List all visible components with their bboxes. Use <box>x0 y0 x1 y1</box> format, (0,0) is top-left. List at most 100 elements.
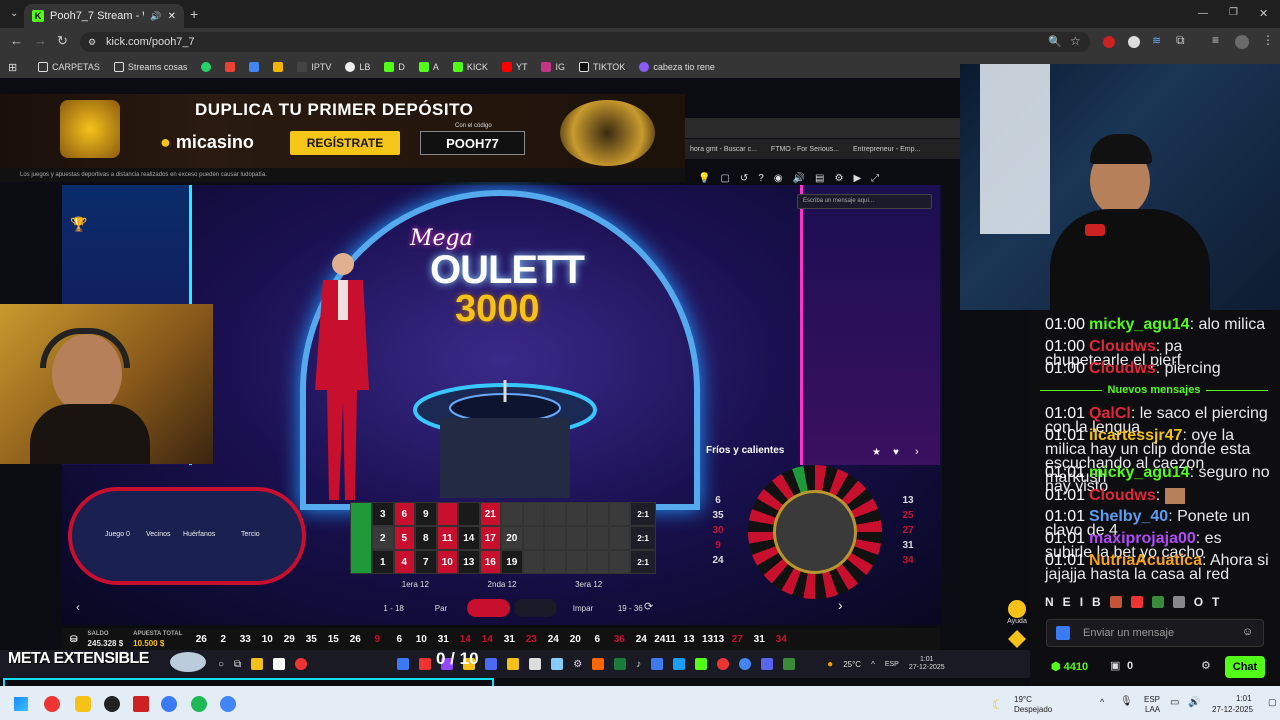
inner-bookmark-3[interactable]: Entrepreneur - Emp... <box>853 146 920 153</box>
app-icon[interactable] <box>529 658 542 670</box>
emote-o[interactable]: O <box>1194 595 1203 609</box>
table-number-cell[interactable] <box>522 502 544 526</box>
table-number-cell[interactable]: 11 <box>436 526 458 550</box>
minimize-icon[interactable]: — <box>1198 8 1208 19</box>
chat-bubble-icon[interactable]: ▢ <box>720 173 729 184</box>
chat-username[interactable]: micky_agu14 <box>1089 316 1190 333</box>
dozen-2[interactable]: 2nda 12 <box>459 580 546 589</box>
tray-chevron-icon[interactable]: ^ <box>871 660 875 669</box>
notification-icon[interactable]: ▢ <box>1268 697 1277 708</box>
table-number-cell[interactable] <box>544 502 566 526</box>
gmail-icon[interactable] <box>225 62 236 72</box>
app-icon[interactable] <box>419 658 432 670</box>
tiktok-icon[interactable]: ♪ <box>636 659 641 670</box>
bookmark-a[interactable]: A <box>418 62 439 72</box>
emote-b[interactable]: B <box>1092 595 1101 609</box>
table-number-cell[interactable] <box>565 550 587 574</box>
table-number-cell[interactable] <box>565 526 587 550</box>
tab-close-icon[interactable]: ✕ <box>168 11 176 22</box>
app-icon[interactable] <box>507 658 520 670</box>
table-number-cell[interactable]: 2 <box>372 526 394 550</box>
bookmark-kick[interactable]: KICK <box>452 62 488 72</box>
table-number-cell[interactable]: 1 <box>372 550 394 574</box>
emote-image-icon[interactable] <box>1109 596 1122 608</box>
repeat-bet-icon[interactable]: ⟳ <box>644 600 653 613</box>
bet-even[interactable]: Par <box>419 604 462 613</box>
file-explorer-icon[interactable] <box>251 658 264 670</box>
bookmark-star-icon[interactable]: ☆ <box>1070 34 1081 48</box>
table-number-cell[interactable] <box>501 502 523 526</box>
taskbar-app-icon[interactable] <box>161 696 177 712</box>
video-icon[interactable]: ▶ <box>853 173 861 184</box>
table-number-cell[interactable]: 10 <box>436 550 458 574</box>
bookmark-ig[interactable]: IG <box>541 62 565 72</box>
table-number-cell[interactable] <box>608 526 630 550</box>
chat-username[interactable]: Cloudws <box>1089 487 1156 504</box>
table-number-cell[interactable]: 5 <box>393 526 415 550</box>
settings-icon[interactable]: ⚙ <box>573 659 582 670</box>
site-info-icon[interactable]: ⚙ <box>88 37 96 48</box>
racetrack-label-huerfanos[interactable]: Huérfanos <box>183 531 215 538</box>
inner-bookmark-2[interactable]: FTMO - For Serious... <box>771 146 839 153</box>
browser-tab-active[interactable]: K Pooh7_7 Stream - Watch Li 🔊 ✕ <box>24 4 184 28</box>
emote-image-icon[interactable] <box>1130 596 1143 608</box>
chips-icon[interactable]: ⛁ <box>70 634 78 645</box>
extension-shield-icon[interactable] <box>1128 36 1140 48</box>
gift-icon[interactable]: ▣ <box>1110 659 1120 672</box>
app-icon[interactable] <box>717 658 730 670</box>
steam-icon[interactable] <box>673 658 686 670</box>
table-number-cell[interactable]: 4 <box>393 550 415 574</box>
bookmark-cabeza[interactable]: cabeza tio rene <box>639 62 715 72</box>
table-number-cell[interactable]: 7 <box>415 550 437 574</box>
help-button-icon[interactable] <box>1008 600 1026 618</box>
bookmark-yt[interactable]: YT <box>501 62 527 72</box>
keep-icon[interactable] <box>273 62 284 72</box>
chat-kick-badge-icon[interactable] <box>1056 626 1070 640</box>
heart-icon[interactable]: ♥ <box>893 447 899 458</box>
spotify-icon[interactable] <box>191 696 207 712</box>
banner-register-button[interactable]: REGÍSTRATE <box>290 131 400 155</box>
racetrack-label-juego0[interactable]: Juego 0 <box>105 531 130 538</box>
bet-odd[interactable]: Impar <box>561 604 604 613</box>
chrome-icon[interactable] <box>220 696 236 712</box>
table-number-cell[interactable] <box>544 526 566 550</box>
bookmark-streams[interactable]: Streams cosas <box>113 62 187 72</box>
menu-kebab-icon[interactable]: ⋮ <box>1262 33 1274 47</box>
emote-e[interactable]: E <box>1063 595 1071 609</box>
emoji-picker-icon[interactable]: ☺ <box>1242 626 1253 638</box>
start-icon[interactable]: ○ <box>218 659 224 670</box>
table-number-cell[interactable]: 13 <box>458 550 480 574</box>
history-icon[interactable]: ↺ <box>740 173 748 184</box>
chat-message-input[interactable]: Enviar un mensaje <box>1046 619 1264 647</box>
taskbar-app-icon[interactable] <box>133 696 149 712</box>
chat-send-button[interactable]: Chat <box>1225 656 1265 678</box>
bookmark-tiktok[interactable]: TIKTOK <box>578 62 625 72</box>
next-arrow-icon[interactable]: › <box>838 597 843 613</box>
help-icon[interactable]: ? <box>758 173 764 184</box>
extension-wave-icon[interactable]: ≋ <box>1152 34 1161 47</box>
inner-bookmark-1[interactable]: hora gmt - Buscar c... <box>690 146 757 153</box>
table-number-cell[interactable]: 6 <box>393 502 415 526</box>
table-number-cell[interactable] <box>587 502 609 526</box>
taskbar-app-icon[interactable] <box>104 696 120 712</box>
app-icon[interactable] <box>783 658 796 670</box>
reload-icon[interactable]: ↻ <box>57 33 68 49</box>
table-zero[interactable] <box>350 502 372 574</box>
discord-icon[interactable] <box>761 658 774 670</box>
microphone-tray-icon[interactable]: 🎙 <box>1120 696 1133 707</box>
new-tab-icon[interactable]: + <box>190 6 198 22</box>
game-chat-input[interactable]: Escriba un mensaje aquí... <box>797 194 932 209</box>
table-number-cell[interactable] <box>587 550 609 574</box>
windows-start-icon[interactable] <box>14 697 28 711</box>
notepad-icon[interactable] <box>273 658 286 670</box>
table-number-cell[interactable] <box>544 550 566 574</box>
table-number-cell[interactable]: 16 <box>479 550 501 574</box>
dozen-1[interactable]: 1era 12 <box>372 580 459 589</box>
url-bar[interactable]: ⚙ kick.com/pooh7_7 <box>80 32 1090 52</box>
table-number-cell[interactable]: 21 <box>479 502 501 526</box>
tray-chevron-icon[interactable]: ^ <box>1100 697 1104 707</box>
column-bet-cell[interactable]: 2:1 <box>630 526 656 550</box>
bookmark-carpetas[interactable]: CARPETAS <box>38 62 100 72</box>
lang-top[interactable]: ESP <box>1144 695 1160 704</box>
table-number-cell[interactable] <box>608 550 630 574</box>
